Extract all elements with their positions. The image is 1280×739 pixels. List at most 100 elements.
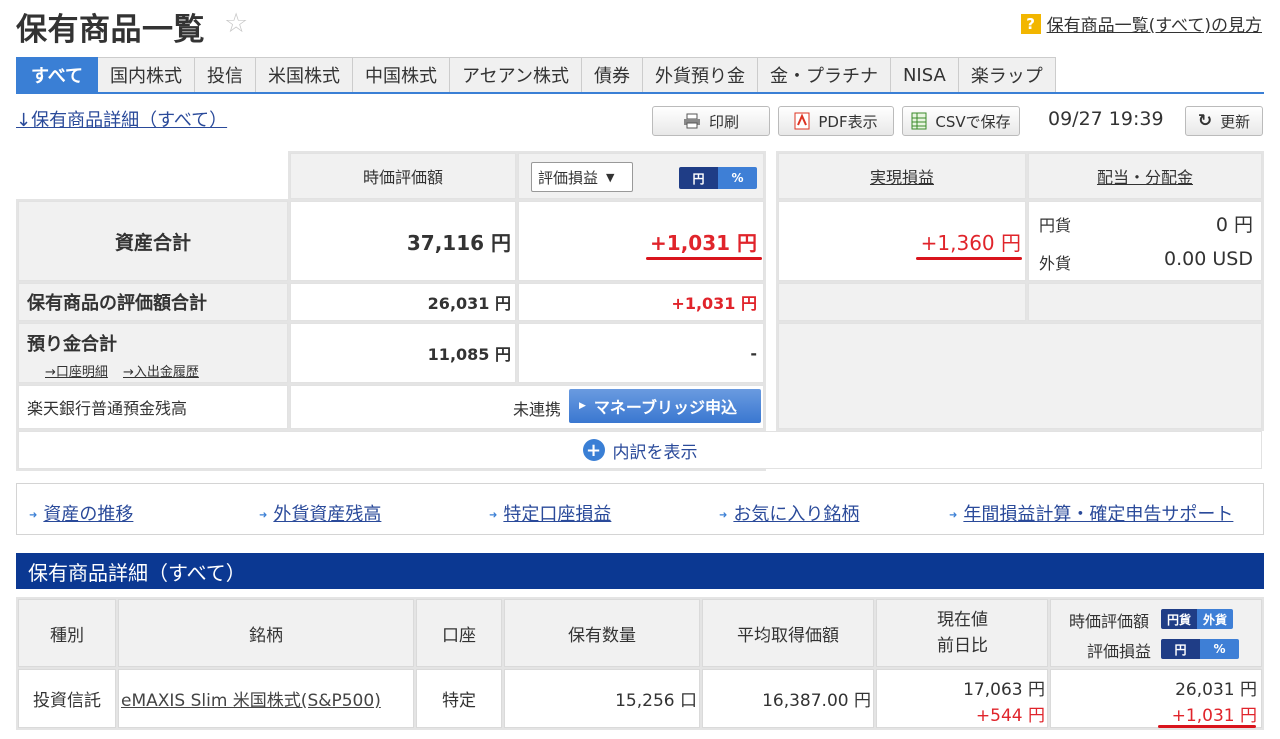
- money-bridge-label: マネーブリッジ申込: [593, 398, 737, 417]
- update-timestamp: 09/27 19:39: [1048, 108, 1164, 130]
- deposit-pl: -: [750, 343, 757, 363]
- asset-trend-link[interactable]: ➜ 資産の推移: [29, 500, 133, 526]
- col-valuation-header: 時価評価額: [290, 153, 516, 199]
- deposit-history-link[interactable]: →入出金履歴: [123, 361, 199, 380]
- tab-china-stock[interactable]: 中国株式: [353, 57, 451, 93]
- tab-bond[interactable]: 債券: [581, 57, 643, 93]
- help-icon: ?: [1020, 13, 1041, 34]
- refresh-icon: ↻: [1197, 111, 1213, 131]
- dividend-fx-value: 0.00 USD: [1164, 248, 1253, 270]
- holdings-value-cell: 26,031 円: [290, 283, 516, 321]
- pdf-button[interactable]: PDF表示: [778, 106, 894, 136]
- row-account: 特定: [442, 691, 476, 711]
- pl-unit-yen[interactable]: 円: [679, 167, 718, 189]
- row-avg-cell: 16,387.00 円: [702, 669, 874, 728]
- tax-return-support-link[interactable]: ➜ 年間損益計算・確定申告サポート: [949, 500, 1233, 526]
- pl-unit-toggle-detail[interactable]: 円 %: [1161, 639, 1239, 659]
- total-label: 資産合計: [114, 231, 191, 254]
- plus-circle-icon: +: [582, 439, 605, 461]
- val-currency-toggle[interactable]: 円貨 外貨: [1161, 609, 1234, 629]
- tab-all[interactable]: すべて: [16, 57, 99, 93]
- spreadsheet-icon: [911, 112, 927, 130]
- header-change: 前日比: [937, 636, 988, 656]
- total-pl-underline: [646, 257, 762, 260]
- header-avg-price: 平均取得価額: [702, 599, 874, 667]
- holdings-pl: +1,031 円: [671, 294, 757, 313]
- col-valuation-label: 時価評価額: [362, 168, 443, 187]
- row-avg: 16,387.00 円: [762, 691, 871, 711]
- header-price-change: 現在値 前日比: [876, 599, 1048, 667]
- pl-unit-toggle[interactable]: 円 %: [679, 167, 757, 189]
- header-account: 口座: [416, 599, 502, 667]
- tab-nisa[interactable]: NISA: [890, 57, 959, 93]
- header-val-pl: 時価評価額 円貨 外貨 評価損益 円 %: [1050, 599, 1262, 667]
- favorite-star-icon[interactable]: ☆: [224, 8, 248, 39]
- fx-asset-balance-link[interactable]: ➜ 外貨資産残高: [259, 500, 381, 526]
- pl-unit-yen-detail[interactable]: 円: [1161, 639, 1200, 659]
- header-pl: 評価損益: [1087, 642, 1152, 661]
- header-name: 銘柄: [118, 599, 414, 667]
- print-button[interactable]: 印刷: [652, 106, 770, 136]
- holdings-label-cell: 保有商品の評価額合計: [18, 283, 288, 321]
- print-label: 印刷: [708, 112, 739, 131]
- row-val: 26,031 円: [1175, 680, 1257, 700]
- tab-rakuwrap[interactable]: 楽ラップ: [958, 57, 1056, 93]
- arrow-right-icon: ▶: [579, 401, 586, 411]
- pl-unit-percent-detail[interactable]: %: [1200, 639, 1239, 659]
- tab-asean-stock[interactable]: アセアン株式: [450, 57, 582, 93]
- dividend-link[interactable]: 配当・分配金: [1097, 164, 1193, 188]
- tab-fund[interactable]: 投信: [195, 57, 257, 93]
- dividend-cell: 円貨 0 円 外貨 0.00 USD: [1028, 201, 1262, 281]
- val-currency-fx[interactable]: 外貨: [1197, 609, 1234, 629]
- tab-gold-platinum[interactable]: 金・プラチナ: [757, 57, 891, 93]
- dividend-yen-label: 円貨: [1039, 216, 1072, 235]
- help-link-text[interactable]: 保有商品一覧(すべて)の見方: [1047, 11, 1262, 36]
- quick-links-bar: ➜ 資産の推移 ➜ 外貨資産残高 ➜ 特定口座損益 ➜ お気に入り銘柄 ➜ 年間損益計算・…: [16, 483, 1264, 535]
- money-bridge-button[interactable]: ▶ マネーブリッジ申込: [569, 389, 761, 423]
- expand-breakdown-row[interactable]: + 内訳を表示: [18, 431, 1262, 469]
- csv-label: CSVで保存: [935, 112, 1011, 131]
- right-lower-empty: [778, 323, 1262, 429]
- row-val-cell: 26,031 円 +1,031 円: [1050, 669, 1262, 728]
- tab-domestic-stock[interactable]: 国内株式: [98, 57, 196, 93]
- favorites-link[interactable]: ➜ お気に入り銘柄: [719, 500, 859, 526]
- pl-type-select[interactable]: 評価損益 ▼: [531, 162, 633, 192]
- deposit-value: 11,085 円: [427, 345, 511, 364]
- refresh-button[interactable]: ↻ 更新: [1185, 106, 1263, 136]
- arrow-right-icon: ➜: [719, 509, 728, 521]
- row-qty: 15,256 口: [615, 691, 697, 711]
- tab-us-stock[interactable]: 米国株式: [256, 57, 354, 93]
- col-dividend-header: 配当・分配金: [1028, 153, 1262, 199]
- holdings-value: 26,031 円: [427, 294, 511, 313]
- holdings-realized-empty: [778, 283, 1026, 321]
- row-pl: +1,031 円: [1171, 706, 1257, 726]
- pdf-icon: [794, 112, 810, 130]
- total-label-cell: 資産合計: [18, 201, 288, 281]
- row-name-cell: eMAXIS Slim 米国株式(S&P500): [118, 669, 414, 728]
- val-currency-yen[interactable]: 円貨: [1161, 609, 1198, 629]
- deposit-label: 預り金合計: [27, 334, 117, 355]
- tab-underline: [16, 92, 1264, 94]
- arrow-right-icon: ➜: [259, 509, 268, 521]
- pdf-label: PDF表示: [818, 112, 878, 131]
- account-detail-link[interactable]: →口座明細: [45, 361, 108, 380]
- header-price: 現在値: [937, 610, 988, 630]
- dividend-yen-value: 0 円: [1215, 214, 1253, 236]
- header-quantity: 保有数量: [504, 599, 700, 667]
- refresh-label: 更新: [1220, 112, 1251, 131]
- row-type-cell: 投資信託: [18, 669, 116, 728]
- csv-button[interactable]: CSVで保存: [902, 106, 1020, 136]
- total-pl-cell: +1,031 円: [518, 201, 764, 281]
- tab-fx-deposit[interactable]: 外貨預り金: [642, 57, 758, 93]
- pl-unit-percent[interactable]: %: [718, 167, 757, 189]
- summary-corner: [16, 151, 288, 199]
- total-pl: +1,031 円: [650, 230, 757, 255]
- total-value: 37,116 円: [406, 230, 511, 255]
- help-link[interactable]: ? 保有商品一覧(すべて)の見方: [1020, 11, 1262, 36]
- fund-name-link[interactable]: eMAXIS Slim 米国株式(S&P500): [121, 686, 381, 711]
- realized-pl-link[interactable]: 実現損益: [870, 164, 934, 188]
- holdings-detail-anchor-link[interactable]: ↓保有商品詳細（すべて）: [16, 106, 227, 132]
- specific-account-pl-link[interactable]: ➜ 特定口座損益: [489, 500, 611, 526]
- bank-status-cell: 未連携 ▶ マネーブリッジ申込: [290, 385, 764, 429]
- section-header: 保有商品詳細（すべて）: [16, 553, 1264, 589]
